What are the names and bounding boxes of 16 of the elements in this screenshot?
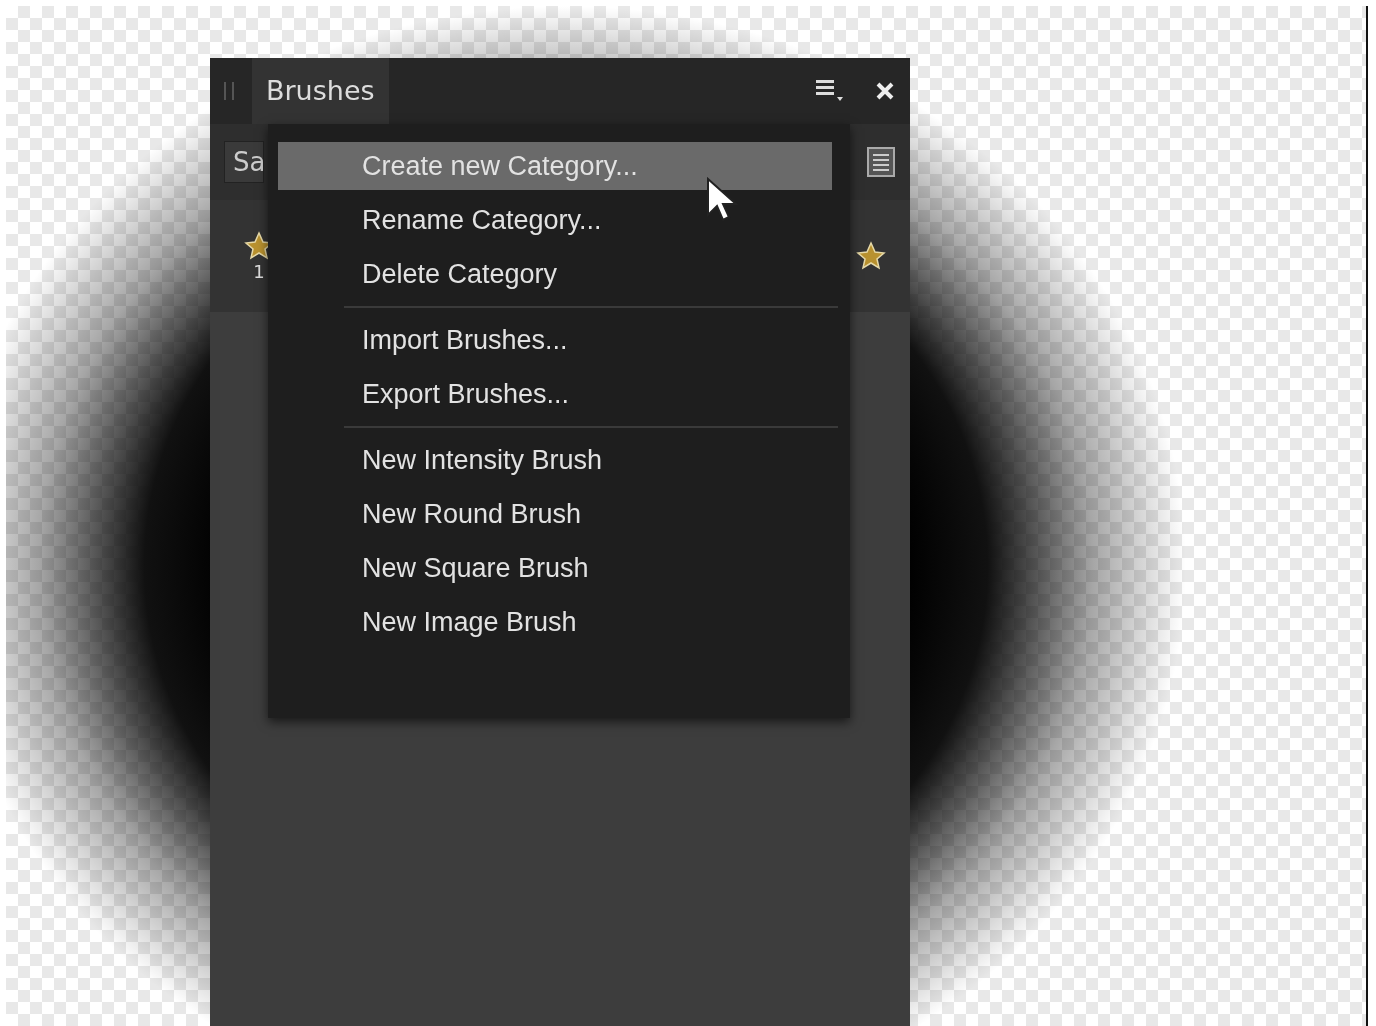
panel-tab[interactable]: Brushes xyxy=(252,58,389,124)
list-icon[interactable] xyxy=(866,146,896,178)
menu-item[interactable]: New Image Brush xyxy=(278,598,840,646)
menu-item[interactable]: Rename Category... xyxy=(278,196,840,244)
menu-item[interactable]: Create new Category... xyxy=(278,142,832,190)
close-icon[interactable] xyxy=(874,80,896,102)
menu-item[interactable]: New Round Brush xyxy=(278,490,840,538)
menu-item[interactable]: Delete Category xyxy=(278,250,840,298)
category-field[interactable]: Sa xyxy=(224,141,264,183)
star-brush-icon xyxy=(856,241,886,271)
menu-item[interactable]: New Intensity Brush xyxy=(278,436,840,484)
menu-item[interactable]: Import Brushes... xyxy=(278,316,840,364)
menu-item[interactable]: Export Brushes... xyxy=(278,370,840,418)
menu-item[interactable]: New Square Brush xyxy=(278,544,840,592)
drag-handle-icon[interactable] xyxy=(224,82,234,100)
brush-label: 1 xyxy=(253,260,265,282)
